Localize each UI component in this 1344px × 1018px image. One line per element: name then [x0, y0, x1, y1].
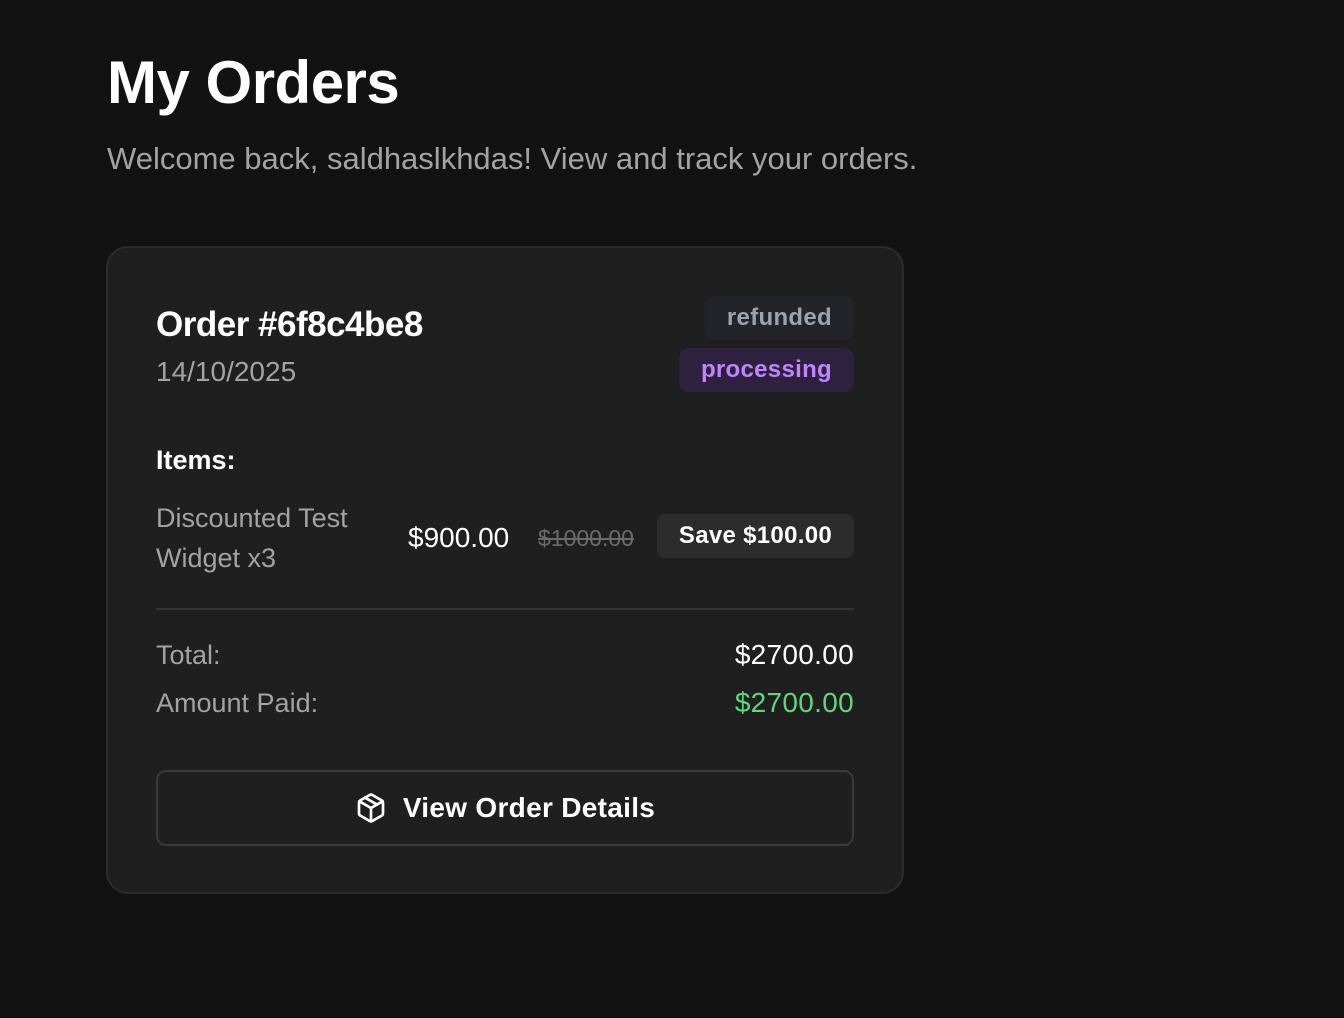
page-subtitle: Welcome back, saldhaslkhdas! View and tr…: [107, 141, 918, 176]
view-order-details-button[interactable]: View Order Details: [156, 770, 854, 846]
status-badges: refunded processing: [678, 296, 854, 392]
view-order-details-label: View Order Details: [402, 792, 656, 823]
order-card: Order #6f8c4be8 14/10/2025 refunded proc…: [106, 246, 904, 894]
total-value: $2700.00: [734, 639, 854, 670]
package-icon: [357, 793, 385, 823]
item-name: Discounted Test Widget x3: [156, 503, 348, 573]
total-label: Total:: [156, 640, 221, 670]
orders-page: My Orders Welcome back, saldhaslkhdas! V…: [0, 0, 1344, 1018]
amount-paid-label: Amount Paid:: [156, 688, 319, 718]
order-id: Order #6f8c4be8: [156, 305, 423, 344]
page-title: My Orders: [107, 49, 400, 116]
item-price: $900.00: [408, 522, 510, 553]
order-date: 14/10/2025: [156, 356, 297, 387]
items-heading: Items:: [156, 445, 236, 475]
item-original-price: $1000.00: [538, 525, 634, 551]
status-badge-refunded: refunded: [704, 296, 854, 340]
divider: [156, 608, 854, 610]
amount-paid-value: $2700.00: [734, 687, 854, 718]
savings-badge: Save $100.00: [656, 514, 854, 558]
status-badge-processing: processing: [678, 348, 854, 392]
